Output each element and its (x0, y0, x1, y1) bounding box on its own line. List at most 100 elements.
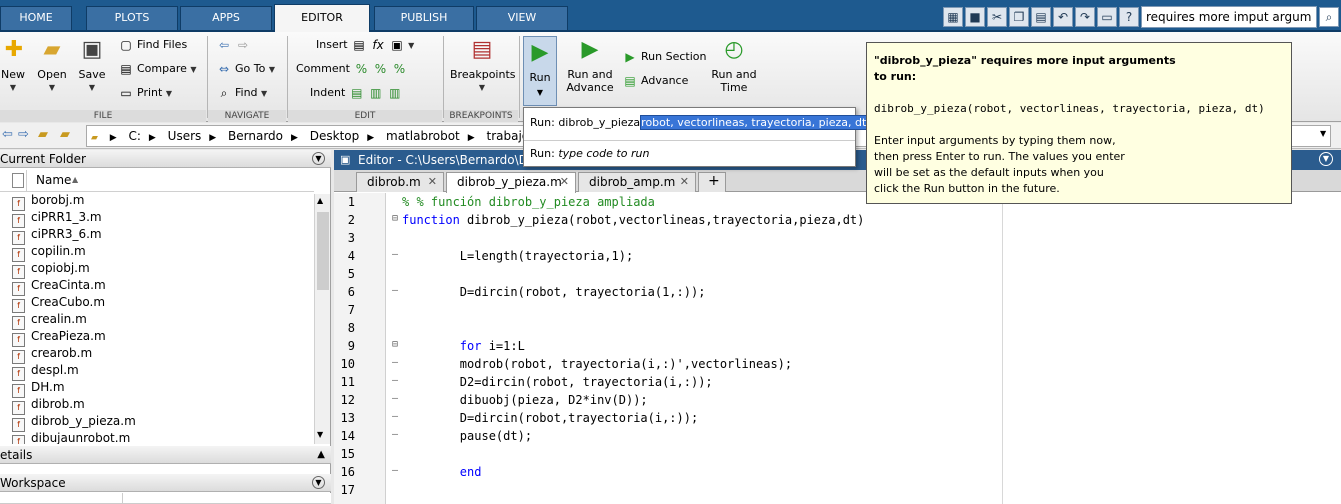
find-files-button[interactable]: ▢ Find Files (118, 36, 187, 54)
expand-icon[interactable]: ▲ (317, 446, 325, 464)
file-list-item[interactable]: f crealin.m (0, 311, 315, 330)
code-line[interactable]: for i=1:L (402, 337, 1002, 355)
breakpoint-marker[interactable]: – (392, 411, 398, 422)
run-button[interactable]: ▶ Run ▼ (523, 36, 557, 106)
details-header[interactable]: etails ▲ (0, 446, 331, 464)
editor-tab-dibrob-amp[interactable]: dibrob_amp.m ✕ (578, 172, 696, 192)
close-icon[interactable]: ✕ (560, 173, 569, 191)
search-input[interactable] (1141, 6, 1317, 28)
insert-button[interactable]: Insert ▤ fx ▣ ▼ (316, 36, 414, 55)
file-list-item[interactable]: f crearob.m (0, 345, 315, 364)
browse-folder-icon[interactable]: ▰ (60, 127, 70, 142)
code-line[interactable] (402, 265, 1002, 283)
breakpoint-marker[interactable]: – (392, 393, 398, 404)
file-list-item[interactable]: f dibujaunrobot.m (0, 430, 315, 444)
breakpoints-button[interactable]: ▤ Breakpoints ▼ (450, 36, 516, 94)
up-folder-icon[interactable]: ▰ (38, 127, 48, 142)
breakpoint-marker[interactable]: – (392, 429, 398, 440)
tab-publish[interactable]: PUBLISH (374, 6, 474, 30)
run-section-button[interactable]: ▶ Run Section (622, 48, 706, 66)
tab-apps[interactable]: APPS (180, 6, 272, 30)
breakpoint-marker[interactable]: – (392, 375, 398, 386)
file-list-item[interactable]: f DH.m (0, 379, 315, 398)
cut-icon[interactable]: ✂ (987, 7, 1007, 27)
code-line[interactable]: pause(dt); (402, 427, 1002, 445)
breakpoint-marker[interactable]: – (392, 285, 398, 296)
breakpoint-marker[interactable]: – (392, 465, 398, 476)
panel-menu-icon[interactable]: ▼ (312, 476, 325, 489)
code-fold-icon[interactable]: ⊟ (392, 339, 398, 350)
code-line[interactable] (402, 301, 1002, 319)
file-list-item[interactable]: f CreaCinta.m (0, 277, 315, 296)
file-list-item[interactable]: f copiobj.m (0, 260, 315, 279)
code-line[interactable]: function dibrob_y_pieza(robot,vectorline… (402, 211, 1002, 229)
new-button[interactable]: ✚ New ▼ (0, 36, 26, 94)
scroll-up-icon[interactable]: ▲ (317, 196, 323, 205)
code-line[interactable]: dibuobj(pieza, D2*inv(D)); (402, 391, 1002, 409)
file-list-item[interactable]: f CreaPieza.m (0, 328, 315, 347)
code-line[interactable]: D2=dircin(robot, trayectoria(i,:)); (402, 373, 1002, 391)
code-line[interactable]: L=length(trayectoria,1); (402, 247, 1002, 265)
code-fold-icon[interactable]: ⊟ (392, 213, 398, 224)
code-line[interactable] (402, 481, 1002, 499)
compare-button[interactable]: ▤ Compare ▼ (118, 60, 196, 79)
run-args-input[interactable]: robot, vectorlineas, trayectoria, pieza,… (640, 115, 868, 130)
help-icon[interactable]: ? (1119, 7, 1139, 27)
code-lines[interactable]: % % función dibrob_y_pieza ampliada funct… (402, 193, 1002, 499)
scroll-down-icon[interactable]: ▼ (317, 430, 323, 439)
file-list-item[interactable]: f copilin.m (0, 243, 315, 262)
code-line[interactable] (402, 229, 1002, 247)
search-icon[interactable]: ⌕ (1319, 7, 1339, 27)
save-button[interactable]: ▣ Save ▼ (76, 36, 108, 94)
file-list-item[interactable]: f ciPRR3_6.m (0, 226, 315, 245)
switch-windows-icon[interactable]: ▭ (1097, 7, 1117, 27)
redo-icon[interactable]: ↷ (1075, 7, 1095, 27)
code-line[interactable] (402, 445, 1002, 463)
panel-menu-icon[interactable]: ▼ (312, 152, 325, 165)
back-icon[interactable]: ⇦ (2, 127, 13, 142)
vertical-scrollbar[interactable]: ▲ ▼ (314, 194, 330, 444)
close-icon[interactable]: ✕ (680, 173, 689, 191)
crumb-drive[interactable]: C: (129, 129, 141, 143)
save-icon[interactable]: ■ (965, 7, 985, 27)
run-and-advance-button[interactable]: ▶ Run and Advance (566, 36, 614, 94)
indent-button[interactable]: Indent ▤ ▥ ▥ (310, 84, 406, 102)
run-with-args-item[interactable]: Run: dibrob_y_piezarobot, vectorlineas, … (530, 115, 868, 130)
file-list-item[interactable]: f borobj.m (0, 192, 315, 211)
name-column-header[interactable]: Name ▲ (0, 170, 314, 192)
code-line[interactable] (402, 319, 1002, 337)
tab-editor[interactable]: EDITOR (274, 4, 370, 32)
forward-icon[interactable]: ⇨ (18, 127, 29, 142)
file-list-item[interactable]: f dibrob.m (0, 396, 315, 415)
close-icon[interactable]: ✕ (428, 173, 437, 191)
paste-icon[interactable]: ▤ (1031, 7, 1051, 27)
run-type-code-item[interactable]: Run: type code to run (530, 147, 649, 160)
panel-menu-icon[interactable]: ▼ (1319, 152, 1333, 166)
undo-icon[interactable]: ↶ (1053, 7, 1073, 27)
code-line[interactable]: D=dircin(robot, trayectoria(1,:)); (402, 283, 1002, 301)
code-area[interactable]: 1 2 3 4 5 6 7 8 9 10 11 12 13 14 15 16 17 % % función di… (334, 193, 1341, 504)
crumb-users[interactable]: Users (168, 129, 202, 143)
tab-home[interactable]: HOME (0, 6, 72, 30)
file-list-item[interactable]: f ciPRR1_3.m (0, 209, 315, 228)
editor-tab-dibrob-y-pieza[interactable]: dibrob_y_pieza.m ✕ (446, 172, 576, 193)
crumb-matlabrobot[interactable]: matlabrobot (386, 129, 460, 143)
chevron-down-icon[interactable]: ▼ (1320, 129, 1326, 138)
scrollbar-thumb[interactable] (317, 212, 329, 290)
code-line[interactable]: end (402, 463, 1002, 481)
breakpoint-marker[interactable]: – (392, 357, 398, 368)
advance-button[interactable]: ▤ Advance (622, 72, 688, 90)
crumb-user[interactable]: Bernardo (228, 129, 283, 143)
editor-tab-dibrob[interactable]: dibrob.m ✕ (356, 172, 444, 192)
find-button[interactable]: ⌕ Find ▼ (216, 84, 268, 103)
file-list-item[interactable]: f dibrob_y_pieza.m (0, 413, 315, 432)
go-to-button[interactable]: ⇔ Go To ▼ (216, 60, 275, 79)
run-and-time-button[interactable]: ◴ Run and Time (710, 36, 758, 94)
back-forward-buttons[interactable]: ⇦ ⇨ (216, 36, 254, 54)
comment-button[interactable]: Comment %%% (296, 60, 410, 78)
file-list-item[interactable]: f CreaCubo.m (0, 294, 315, 313)
tab-view[interactable]: VIEW (476, 6, 568, 30)
crumb-desktop[interactable]: Desktop (310, 129, 360, 143)
code-line[interactable]: modrob(robot, trayectoria(i,:)',vectorli… (402, 355, 1002, 373)
tab-plots[interactable]: PLOTS (86, 6, 178, 30)
